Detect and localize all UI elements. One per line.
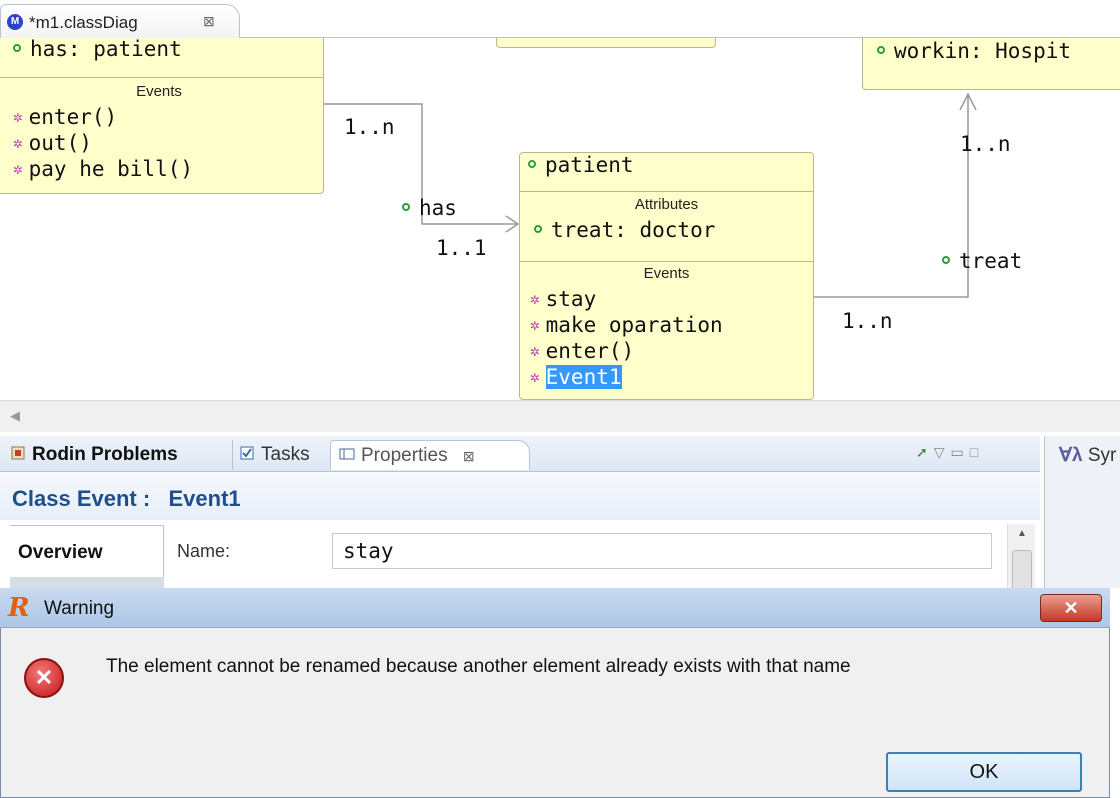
ok-button[interactable]: OK <box>886 752 1082 792</box>
selected-event-label[interactable]: Event1 <box>545 365 622 389</box>
views-tab-bar: Rodin Problems Tasks Properties ⊠ ➚▽▭□ <box>0 436 1040 472</box>
event-icon: ✲ <box>13 106 23 126</box>
editor-tab-title: *m1.classDiag <box>29 13 138 32</box>
symbols-icon: ∀λ <box>1059 445 1088 466</box>
scroll-up-icon[interactable]: ▲ <box>1017 528 1027 539</box>
dialog-close-button[interactable]: ✕ <box>1040 594 1102 622</box>
association-icon <box>942 256 950 264</box>
view-menu-icon[interactable]: ▽ <box>934 444 951 460</box>
event-icon: ✲ <box>530 314 540 334</box>
attribute-row[interactable]: has: patient <box>13 38 182 61</box>
name-input[interactable]: stay <box>332 533 992 569</box>
has-association-label[interactable]: has <box>402 196 457 220</box>
minimize-icon[interactable]: ▭ <box>951 444 970 460</box>
tab-rodin-problems[interactable]: Rodin Problems <box>10 440 178 470</box>
attribute-icon <box>877 46 885 54</box>
view-controls[interactable]: ➚▽▭□ <box>916 444 984 461</box>
editor-tab[interactable]: M *m1.classDiag ⊠ <box>0 4 240 38</box>
attribute-row[interactable]: treat: doctor <box>534 218 715 242</box>
scroll-left-icon[interactable]: ◀ <box>10 408 20 424</box>
tasks-icon <box>240 446 254 460</box>
attributes-section-title: Attributes <box>634 196 699 213</box>
event-row[interactable]: ✲ pay he bill() <box>13 157 193 181</box>
overview-tab-label: Overview <box>18 542 103 563</box>
horizontal-scrollbar[interactable]: ◀ <box>0 400 1120 432</box>
properties-title: Class Event : Event1 <box>12 486 241 511</box>
tab-properties[interactable]: Properties ⊠ <box>330 440 530 470</box>
symbols-tab-label[interactable]: ∀λ Syr <box>1059 444 1116 467</box>
events-section-title: Events <box>643 265 690 282</box>
scroll-thumb[interactable] <box>1012 550 1032 590</box>
treat-association-label[interactable]: treat <box>942 249 1022 273</box>
event-row[interactable]: ✲ enter() <box>530 339 634 363</box>
diagram-canvas[interactable]: has: patient Events ✲ enter() ✲ out() ✲ pay… <box>0 38 1120 400</box>
class-box-left[interactable]: has: patient Events ✲ enter() ✲ out() ✲ pay… <box>0 38 324 194</box>
name-label: Name: <box>177 541 231 561</box>
dialog-title: Warning <box>44 598 115 619</box>
class-box-patient[interactable]: patient Attributes treat: doctor Events … <box>519 152 814 400</box>
pin-icon[interactable]: ➚ <box>916 444 934 460</box>
event-row[interactable]: ✲ stay <box>530 287 596 311</box>
class-box-top-center[interactable] <box>496 38 716 48</box>
event-row[interactable]: ✲ enter() <box>13 105 117 129</box>
model-icon: M <box>7 14 23 30</box>
problems-icon <box>11 446 25 460</box>
treat-multiplicity-source: 1..n <box>842 309 893 333</box>
dialog-titlebar[interactable] <box>0 588 1110 628</box>
vertical-scrollbar[interactable]: ▲ <box>1007 524 1035 590</box>
has-multiplicity-source: 1..n <box>344 115 395 139</box>
properties-close-icon[interactable]: ⊠ <box>463 448 475 464</box>
events-section-title: Events <box>136 83 182 100</box>
treat-multiplicity-target: 1..n <box>960 132 1011 156</box>
attribute-row[interactable]: workin: Hospit <box>877 39 1071 63</box>
tab-tasks[interactable]: Tasks <box>232 440 310 470</box>
event-row[interactable]: ✲ make oparation <box>530 313 723 337</box>
event-row[interactable]: ✲ out() <box>13 131 92 155</box>
class-box-right[interactable]: workin: Hospit <box>862 38 1120 90</box>
class-name[interactable]: patient <box>528 153 634 177</box>
editor-tab-close-icon[interactable]: ⊠ <box>203 13 215 30</box>
rodin-app-icon: R <box>8 593 30 623</box>
has-multiplicity-target: 1..1 <box>436 236 487 260</box>
event-icon: ✲ <box>530 288 540 308</box>
symbols-panel[interactable]: ∀λ Syr <box>1044 436 1120 596</box>
background-edge <box>1110 588 1120 798</box>
maximize-icon[interactable]: □ <box>970 444 984 460</box>
event-icon: ✲ <box>530 340 540 360</box>
error-icon: ✕ <box>24 658 64 698</box>
attribute-icon <box>534 225 542 233</box>
class-icon <box>528 160 536 168</box>
event-icon: ✲ <box>530 366 540 386</box>
event-row-selected[interactable]: ✲ Event1 <box>530 365 622 389</box>
properties-icon <box>339 448 355 460</box>
event-icon: ✲ <box>13 158 23 178</box>
event-icon: ✲ <box>13 132 23 152</box>
association-icon <box>402 203 410 211</box>
dialog-message: The element cannot be renamed because an… <box>106 656 851 677</box>
attribute-icon <box>13 44 21 52</box>
